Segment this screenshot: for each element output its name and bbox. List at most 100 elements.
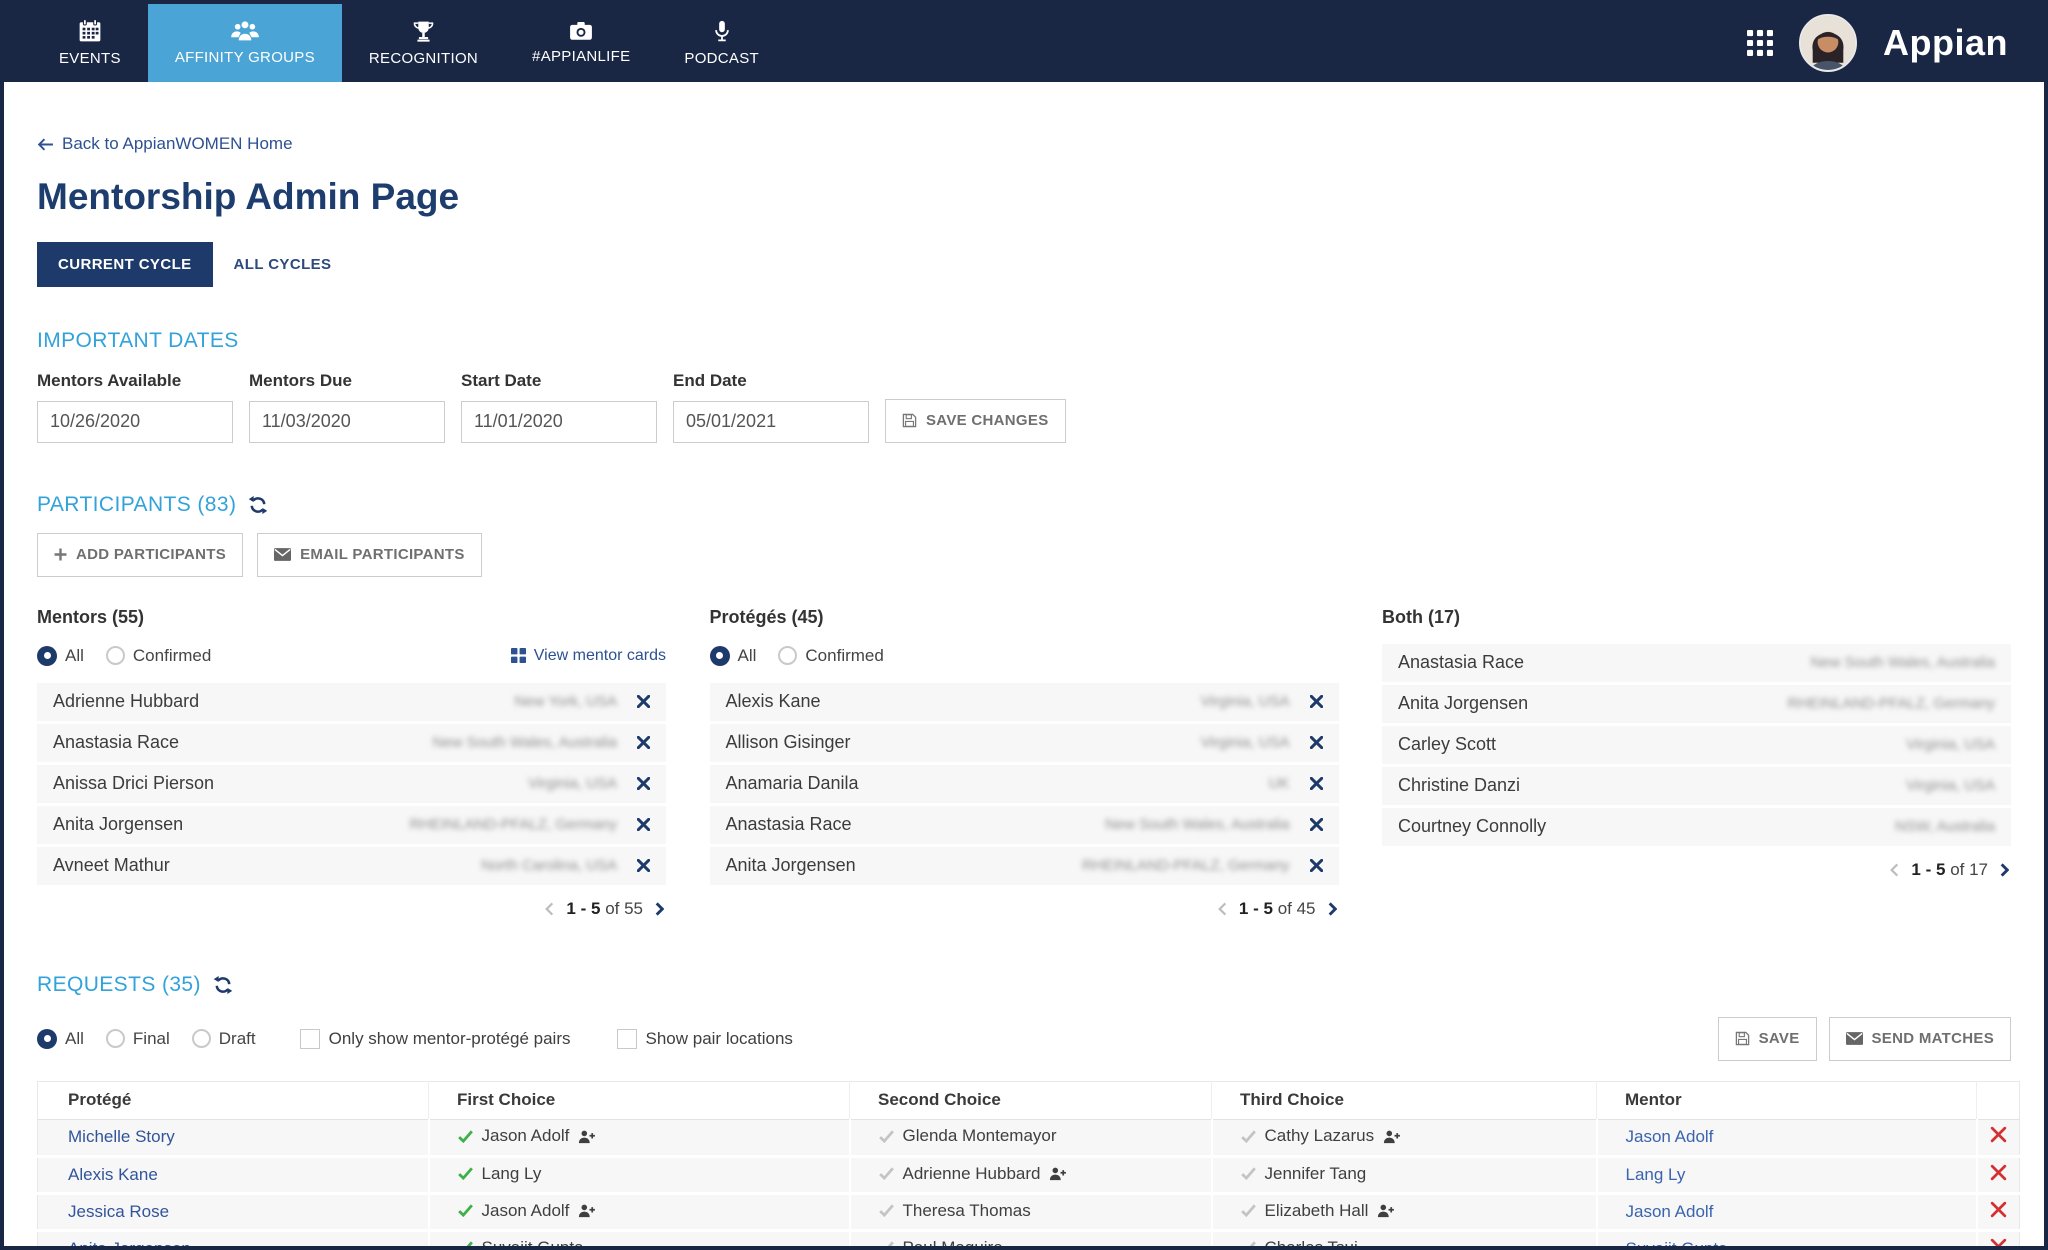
add-person-icon[interactable] <box>578 1129 596 1144</box>
person-location: Virginia, USA <box>528 775 617 792</box>
first-choice: Lang Ly <box>458 1164 542 1184</box>
back-link[interactable]: Back to AppianWOMEN Home <box>37 134 293 154</box>
requests-table-header: Protégé First Choice Second Choice Third… <box>38 1081 2020 1119</box>
save-changes-button[interactable]: SAVE CHANGES <box>885 399 1066 443</box>
mentors-due-label: Mentors Due <box>249 371 445 391</box>
add-person-icon[interactable] <box>578 1203 596 1218</box>
requests-filter-draft-radio[interactable] <box>192 1029 211 1048</box>
send-matches-button[interactable]: SEND MATCHES <box>1829 1017 2012 1061</box>
mentor-link[interactable]: Lang Ly <box>1626 1165 1686 1184</box>
refresh-icon[interactable] <box>248 495 268 515</box>
delete-request-icon[interactable] <box>1990 1201 2007 1218</box>
mentors-available-input[interactable] <box>37 401 233 443</box>
person-name: Courtney Connolly <box>1398 816 1546 837</box>
nav-item-appianlife[interactable]: #APPIANLIFE <box>505 4 657 82</box>
choice-name: Lang Ly <box>482 1164 542 1184</box>
add-participants-button[interactable]: ADD PARTICIPANTS <box>37 533 243 577</box>
both-pagination: 1 - 5 of 17 <box>1382 860 2011 880</box>
person-name: Allison Gisinger <box>726 732 851 753</box>
delete-request-icon[interactable] <box>1990 1164 2007 1181</box>
remove-person-icon[interactable] <box>1310 777 1323 790</box>
protege-link[interactable]: Anita Jorgensen <box>68 1239 191 1250</box>
protege-link[interactable]: Jessica Rose <box>68 1202 169 1221</box>
proteges-filter-confirmed-radio[interactable] <box>778 646 797 665</box>
page-total: of 55 <box>605 899 643 918</box>
remove-person-icon[interactable] <box>1310 818 1323 831</box>
add-person-icon[interactable] <box>1049 1166 1067 1181</box>
email-participants-button[interactable]: EMAIL PARTICIPANTS <box>257 533 482 577</box>
end-date-input[interactable] <box>673 401 869 443</box>
prev-page-icon[interactable] <box>543 900 556 918</box>
choice-name: Glenda Montemayor <box>903 1126 1057 1146</box>
proteges-pagination: 1 - 5 of 45 <box>710 899 1339 919</box>
nav-item-podcast[interactable]: PODCAST <box>657 4 786 82</box>
mentors-due-input[interactable] <box>249 401 445 443</box>
back-arrow-icon <box>37 138 54 151</box>
add-participants-label: ADD PARTICIPANTS <box>76 546 226 563</box>
remove-person-icon[interactable] <box>637 736 650 749</box>
start-date-input[interactable] <box>461 401 657 443</box>
nav-item-events[interactable]: EVENTS <box>32 4 148 82</box>
next-page-icon[interactable] <box>1998 861 2011 879</box>
only-pairs-label: Only show mentor-protégé pairs <box>329 1029 571 1049</box>
mentor-link[interactable]: Suvajit Gupta <box>1626 1239 1728 1250</box>
app-grid-icon[interactable] <box>1747 30 1773 56</box>
list-item: Allison GisingerVirginia, USA <box>710 724 1339 762</box>
save-matches-button[interactable]: SAVE <box>1718 1017 1817 1061</box>
person-name: Christine Danzi <box>1398 775 1520 796</box>
remove-person-icon[interactable] <box>1310 695 1323 708</box>
person-location: Virginia, USA <box>1906 736 1995 753</box>
remove-person-icon[interactable] <box>1310 859 1323 872</box>
check-icon-gray <box>879 1241 894 1250</box>
prev-page-icon[interactable] <box>1216 900 1229 918</box>
list-item: Adrienne Hubbard New York, USA <box>37 683 666 721</box>
view-mentor-cards-link[interactable]: View mentor cards <box>511 647 666 665</box>
next-page-icon[interactable] <box>1326 900 1339 918</box>
tab-all-cycles[interactable]: ALL CYCLES <box>213 242 353 287</box>
user-avatar[interactable] <box>1799 14 1857 72</box>
refresh-icon[interactable] <box>213 975 233 995</box>
delete-request-icon[interactable] <box>1990 1126 2007 1143</box>
mentors-panel: Mentors (55) All Confirmed View mentor c… <box>37 607 666 919</box>
add-person-icon[interactable] <box>1383 1129 1401 1144</box>
only-pairs-checkbox[interactable] <box>300 1029 320 1049</box>
nav-item-affinity-groups[interactable]: AFFINITY GROUPS <box>148 4 342 82</box>
remove-person-icon[interactable] <box>637 695 650 708</box>
add-person-icon[interactable] <box>1377 1203 1395 1218</box>
person-location: New York, USA <box>514 693 617 710</box>
prev-page-icon[interactable] <box>1888 861 1901 879</box>
tab-current-cycle[interactable]: CURRENT CYCLE <box>37 242 213 287</box>
remove-person-icon[interactable] <box>637 777 650 790</box>
pair-locations-checkbox[interactable] <box>617 1029 637 1049</box>
requests-filter-final-radio[interactable] <box>106 1029 125 1048</box>
next-page-icon[interactable] <box>653 900 666 918</box>
remove-person-icon[interactable] <box>637 818 650 831</box>
remove-person-icon[interactable] <box>1310 736 1323 749</box>
person-name: Adrienne Hubbard <box>53 691 199 712</box>
col-second-choice: Second Choice <box>850 1081 1212 1119</box>
mentor-link[interactable]: Jason Adolf <box>1626 1127 1714 1146</box>
mentor-link[interactable]: Jason Adolf <box>1626 1202 1714 1221</box>
list-item: Alexis KaneVirginia, USA <box>710 683 1339 721</box>
person-name: Carley Scott <box>1398 734 1496 755</box>
requests-filter-all-label: All <box>65 1029 84 1049</box>
protege-link[interactable]: Michelle Story <box>68 1127 175 1146</box>
first-choice: Jason Adolf <box>458 1126 597 1146</box>
check-icon-green <box>458 1204 473 1217</box>
person-location: Virginia, USA <box>1906 777 1995 794</box>
col-actions <box>1977 1081 2020 1119</box>
mentors-available-label: Mentors Available <box>37 371 233 391</box>
delete-request-icon[interactable] <box>1990 1238 2007 1250</box>
check-icon-gray <box>879 1204 894 1217</box>
mentors-filter-confirmed-radio[interactable] <box>106 646 125 665</box>
mentors-filter-all-radio[interactable] <box>37 646 57 666</box>
nav-item-recognition[interactable]: RECOGNITION <box>342 4 505 82</box>
mentors-title: Mentors (55) <box>37 607 666 628</box>
requests-filter-all-radio[interactable] <box>37 1029 57 1049</box>
protege-link[interactable]: Alexis Kane <box>68 1165 158 1184</box>
other-choice: Elizabeth Hall <box>1241 1201 1396 1221</box>
remove-person-icon[interactable] <box>637 859 650 872</box>
proteges-filter-all-radio[interactable] <box>710 646 730 666</box>
proteges-panel: Protégés (45) All Confirmed Alexis KaneV… <box>710 607 1339 919</box>
app-window: EVENTS AFFINITY GROUPS RECOGNITION #APPI… <box>0 0 2048 1250</box>
